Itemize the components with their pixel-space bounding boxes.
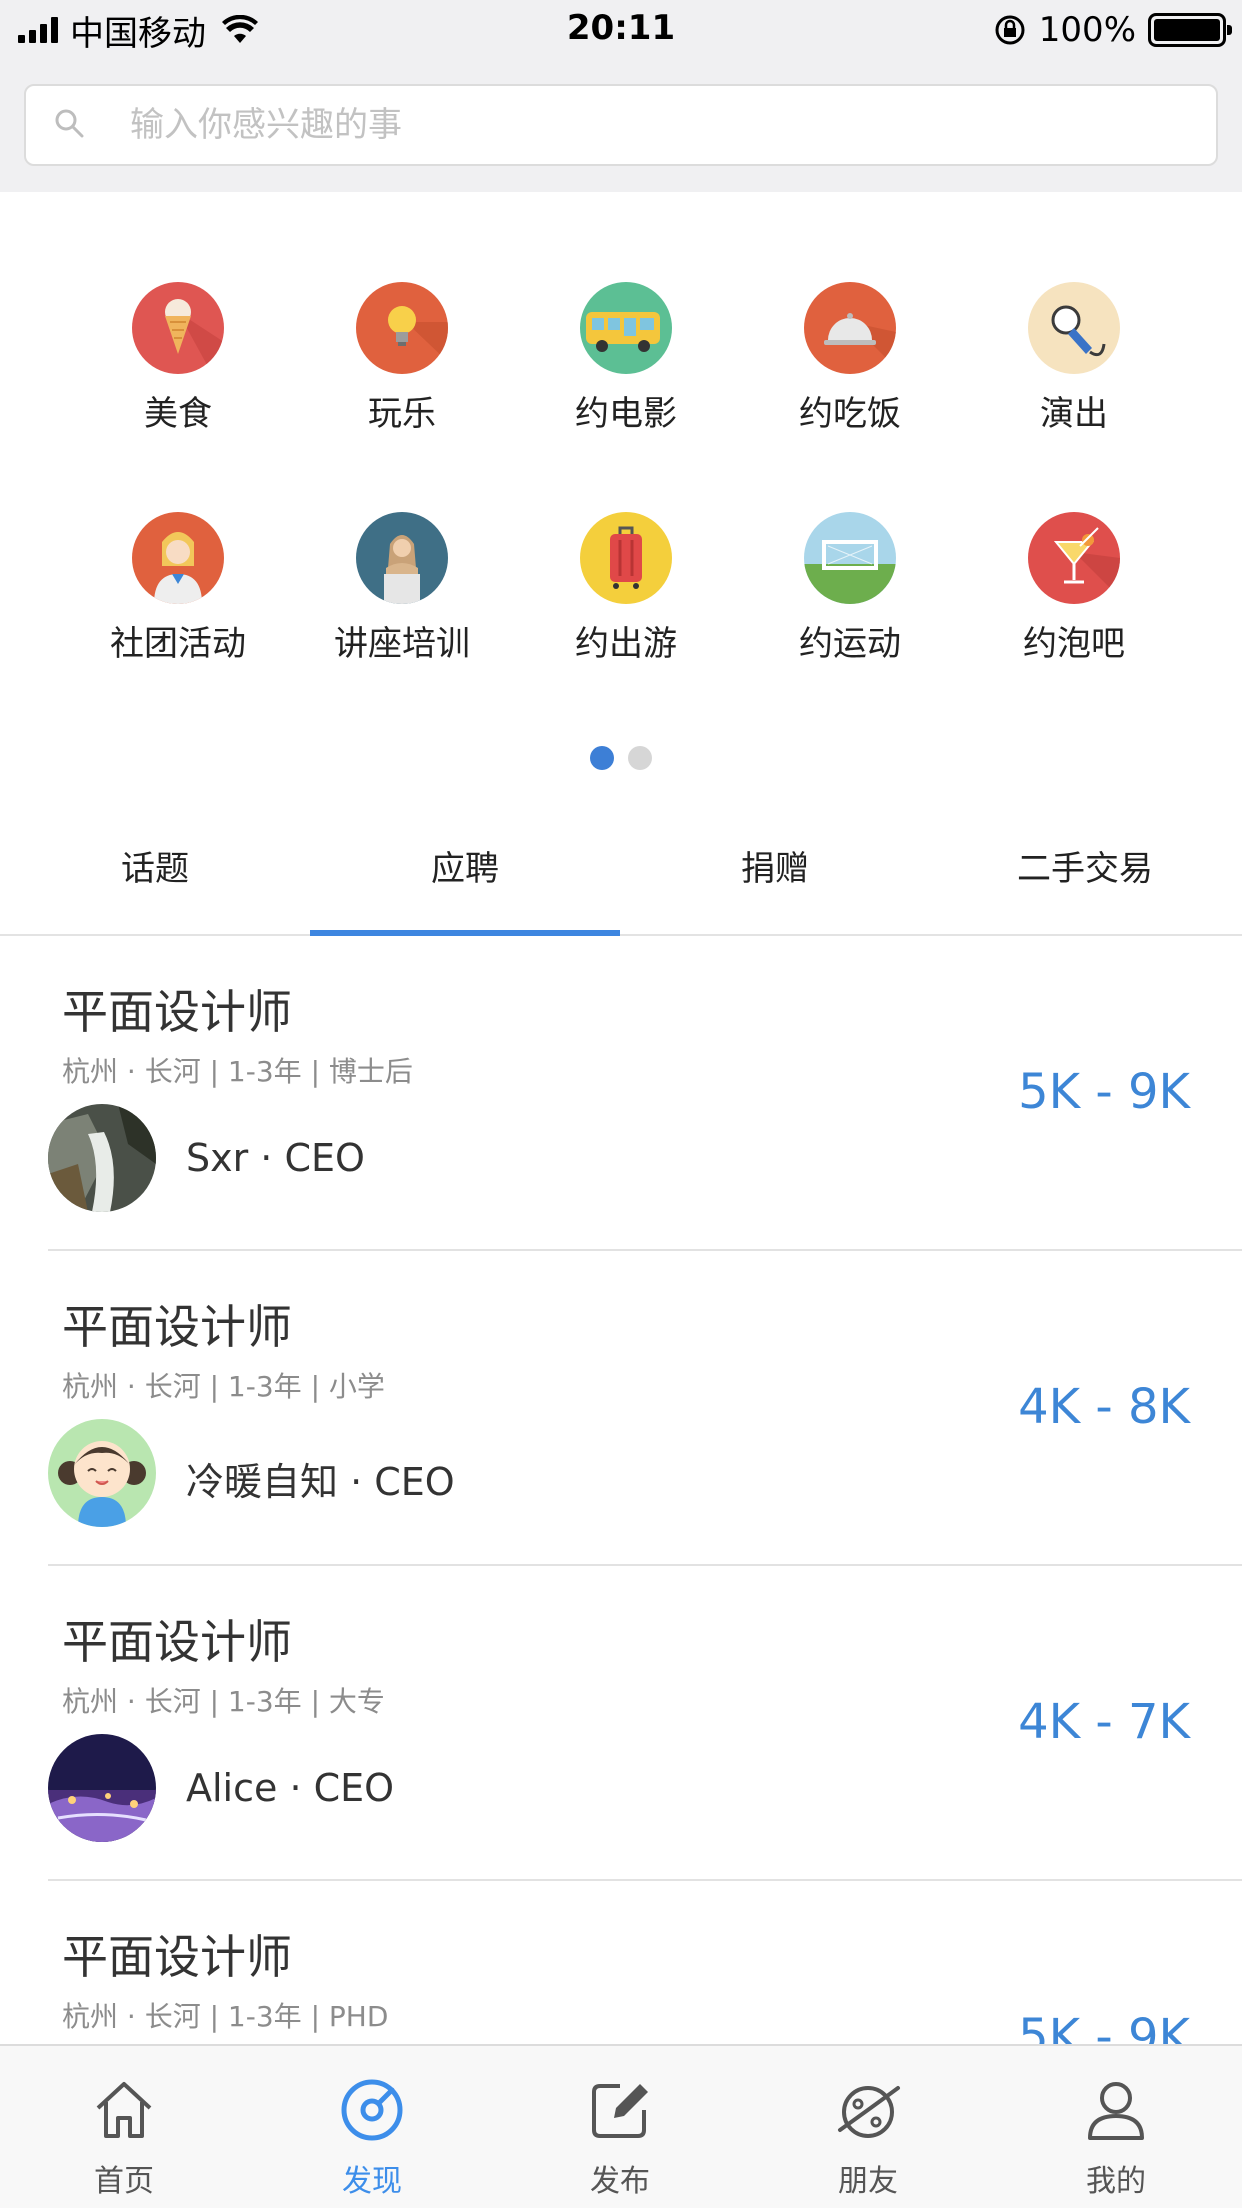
list-item[interactable]: 平面设计师 杭州 · 长河 | 1-3年 | PHD 5K - 9K xyxy=(0,1881,1242,2044)
tab-donation[interactable]: 捐赠 xyxy=(620,812,930,934)
poster-info: Sxr · CEO xyxy=(186,1136,365,1180)
battery-icon xyxy=(1148,13,1232,47)
ice-cream-icon xyxy=(132,282,224,374)
tab-jobs[interactable]: 应聘 xyxy=(310,812,620,936)
list-item[interactable]: 平面设计师 杭州 · 长河 | 1-3年 | 小学 冷暖自知 · CEO 4K … xyxy=(0,1251,1242,1566)
category-food[interactable]: 美食 xyxy=(66,282,290,435)
search-section xyxy=(0,60,1242,192)
home-icon xyxy=(96,2082,152,2138)
lecturer-icon xyxy=(356,512,448,604)
tabbar-label: 首页 xyxy=(94,2164,154,2199)
search-input[interactable] xyxy=(130,100,1190,150)
category-performance[interactable]: 演出 xyxy=(962,282,1186,435)
job-list: 平面设计师 杭州 · 长河 | 1-3年 | 博士后 Sxr · CEO 5K … xyxy=(0,936,1242,2044)
job-meta: 杭州 · 长河 | 1-3年 | PHD xyxy=(62,2000,389,2033)
tabbar-discover[interactable]: 发现 xyxy=(248,2046,496,2208)
job-title: 平面设计师 xyxy=(62,1615,292,1669)
avatar[interactable] xyxy=(48,1734,156,1842)
job-title: 平面设计师 xyxy=(62,1300,292,1354)
suitcase-icon xyxy=(580,512,672,604)
category-lecture[interactable]: 讲座培训 xyxy=(290,512,514,665)
soccer-goal-icon xyxy=(804,512,896,604)
category-bar[interactable]: 约泡吧 xyxy=(962,512,1186,665)
category-movie[interactable]: 约电影 xyxy=(514,282,738,435)
category-fun[interactable]: 玩乐 xyxy=(290,282,514,435)
job-meta: 杭州 · 长河 | 1-3年 | 博士后 xyxy=(62,1055,413,1088)
page-dot-active[interactable] xyxy=(590,746,614,770)
bottom-tab-bar: 首页 发现 发布 朋友 我的 xyxy=(0,2044,1242,2208)
microphone-icon xyxy=(1028,282,1120,374)
category-label: 约运动 xyxy=(799,624,901,664)
category-sports[interactable]: 约运动 xyxy=(738,512,962,665)
poster-info: Alice · CEO xyxy=(186,1766,395,1810)
person-icon xyxy=(132,512,224,604)
category-club[interactable]: 社团活动 xyxy=(66,512,290,665)
lightbulb-icon xyxy=(356,282,448,374)
job-meta: 杭州 · 长河 | 1-3年 | 大专 xyxy=(62,1685,385,1718)
page-indicator[interactable] xyxy=(0,746,1242,770)
salary: 5K - 9K xyxy=(1018,2009,1190,2044)
category-tabs: 话题 应聘 捐赠 二手交易 xyxy=(0,812,1242,936)
battery-percentage: 100% xyxy=(1038,10,1136,50)
category-label: 讲座培训 xyxy=(334,624,470,664)
planet-icon xyxy=(838,2086,900,2138)
list-item[interactable]: 平面设计师 杭州 · 长河 | 1-3年 | 大专 Alice · CEO 4K… xyxy=(0,1566,1242,1881)
job-title: 平面设计师 xyxy=(62,985,292,1039)
tab-secondhand[interactable]: 二手交易 xyxy=(930,812,1240,934)
salary: 4K - 8K xyxy=(1018,1379,1190,1435)
category-label: 约电影 xyxy=(575,394,677,434)
profile-icon xyxy=(1088,2082,1144,2140)
category-label: 美食 xyxy=(144,394,212,434)
tabbar-publish[interactable]: 发布 xyxy=(496,2046,744,2208)
tabbar-label: 我的 xyxy=(1086,2164,1146,2199)
category-label: 约出游 xyxy=(575,624,677,664)
rotation-lock-icon xyxy=(995,15,1025,45)
tabbar-me[interactable]: 我的 xyxy=(992,2046,1240,2208)
page-dot[interactable] xyxy=(628,746,652,770)
salary: 5K - 9K xyxy=(1018,1064,1190,1120)
food-cloche-icon xyxy=(804,282,896,374)
bus-icon xyxy=(580,282,672,374)
category-dinner[interactable]: 约吃饭 xyxy=(738,282,962,435)
tab-topics[interactable]: 话题 xyxy=(0,812,310,934)
status-bar: 中国移动 20:11 100% xyxy=(0,0,1242,60)
tabbar-label: 发布 xyxy=(590,2164,650,2199)
tabbar-label: 朋友 xyxy=(838,2164,898,2199)
tabbar-label: 发现 xyxy=(342,2164,402,2199)
category-label: 约吃饭 xyxy=(799,394,901,434)
edit-icon xyxy=(592,2084,648,2138)
category-label: 玩乐 xyxy=(368,394,436,434)
search-icon xyxy=(55,109,84,138)
cocktail-icon xyxy=(1028,512,1120,604)
job-title: 平面设计师 xyxy=(62,1930,292,1984)
tabbar-home[interactable]: 首页 xyxy=(0,2046,248,2208)
category-travel[interactable]: 约出游 xyxy=(514,512,738,665)
status-right: 100% xyxy=(993,10,1232,50)
job-meta: 杭州 · 长河 | 1-3年 | 小学 xyxy=(62,1370,385,1403)
avatar[interactable] xyxy=(48,1104,156,1212)
category-label: 约泡吧 xyxy=(1023,624,1125,664)
list-item[interactable]: 平面设计师 杭州 · 长河 | 1-3年 | 博士后 Sxr · CEO 5K … xyxy=(0,936,1242,1251)
poster-info: 冷暖自知 · CEO xyxy=(186,1460,455,1504)
salary: 4K - 7K xyxy=(1018,1694,1190,1750)
search-bar[interactable] xyxy=(24,84,1218,166)
category-label: 演出 xyxy=(1040,394,1108,434)
category-grid: 美食 玩乐 约电影 约吃饭 演出 社团活动 讲座培训 约出游 约运动 约泡吧 xyxy=(0,192,1242,812)
avatar[interactable] xyxy=(48,1419,156,1527)
discover-icon xyxy=(341,2079,403,2141)
category-label: 社团活动 xyxy=(110,624,246,664)
tabbar-friends[interactable]: 朋友 xyxy=(744,2046,992,2208)
